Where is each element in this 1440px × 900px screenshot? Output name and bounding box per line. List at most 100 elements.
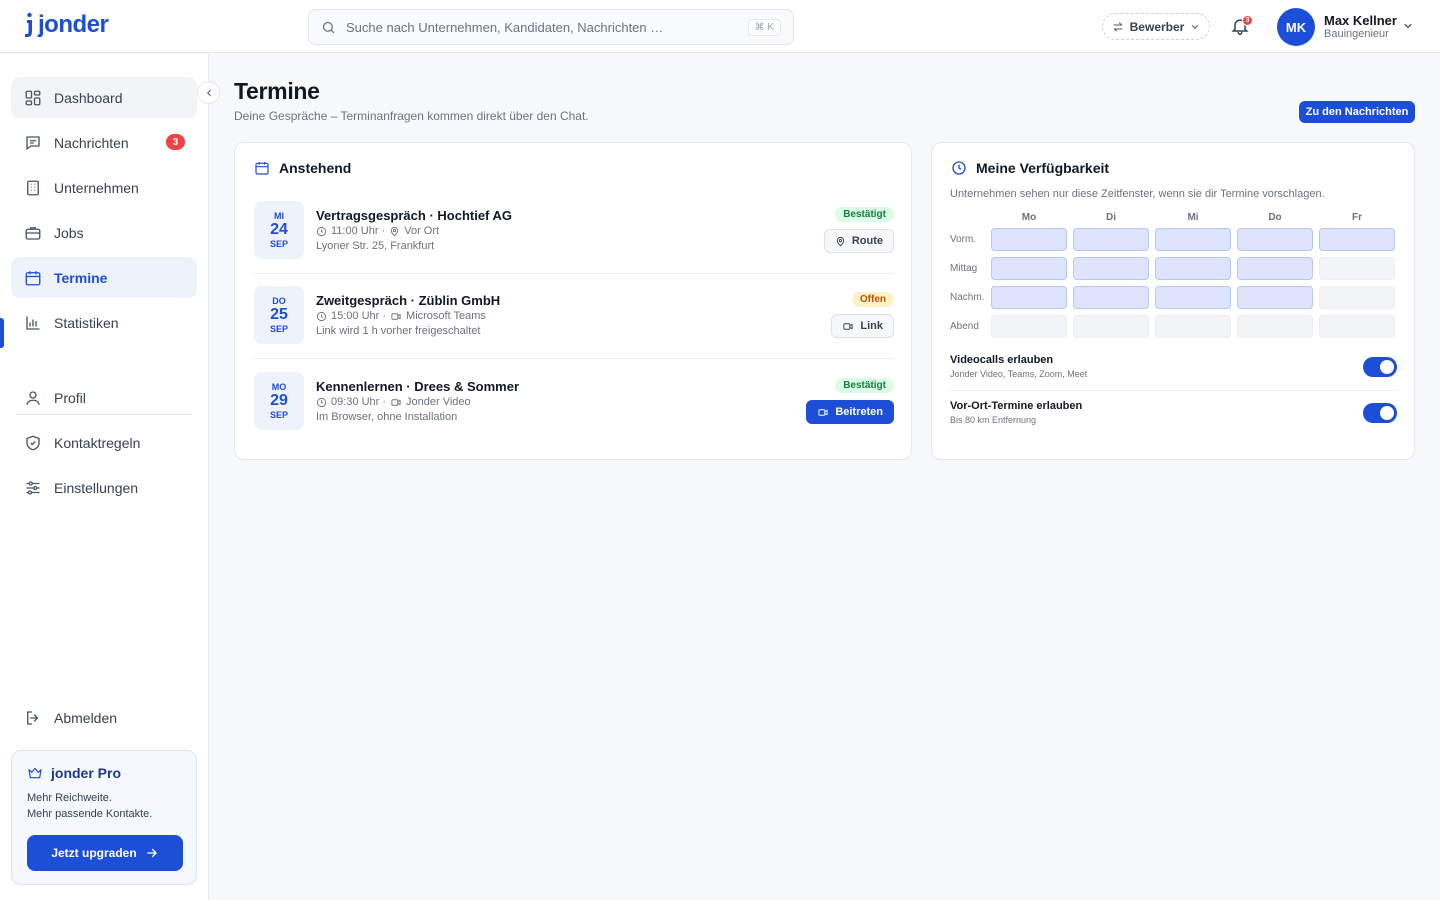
logo[interactable]: jonder: [22, 12, 109, 38]
availability-slot[interactable]: [1237, 257, 1313, 280]
slot-label: Nachm.: [950, 292, 985, 303]
sidebar-item-label: Statistiken: [54, 314, 119, 331]
appointment-time: 15:00 Uhr ·: [331, 310, 387, 322]
link-button-label: Link: [860, 320, 883, 332]
sidebar-item-nachrichten[interactable]: Nachrichten 3: [11, 122, 197, 163]
logout-button[interactable]: Abmelden: [11, 697, 197, 738]
date-day: 24: [270, 221, 288, 238]
day-header: Di: [1106, 212, 1116, 223]
availability-slot[interactable]: [1319, 257, 1395, 280]
appointment-mode: Jonder Video: [406, 396, 471, 408]
appointment-meta: 15:00 Uhr · Microsoft Teams: [316, 310, 486, 322]
availability-slot[interactable]: [991, 228, 1067, 251]
availability-slot[interactable]: [991, 286, 1067, 309]
date-day: 29: [270, 392, 288, 409]
sidebar-item-profil[interactable]: Profil: [11, 377, 197, 418]
appointment-meta: 09:30 Uhr · Jonder Video: [316, 396, 471, 408]
active-indicator: [0, 318, 4, 348]
pro-description: Mehr Reichweite. Mehr passende Kontakte.: [27, 790, 181, 822]
route-button[interactable]: Route: [823, 229, 894, 253]
search-bar[interactable]: Suche nach Unternehmen, Kandidaten, Nach…: [308, 9, 794, 45]
sidebar-collapse-button[interactable]: [197, 81, 220, 104]
availability-slot[interactable]: [1155, 257, 1231, 280]
sidebar-item-kontaktregeln[interactable]: Kontaktregeln: [11, 422, 197, 463]
user-role: Bauingenieur: [1324, 28, 1389, 40]
availability-slot[interactable]: [1319, 228, 1395, 251]
day-header: Mi: [1187, 212, 1199, 223]
pin-icon: [391, 226, 399, 236]
appointment-item[interactable]: DO 25 SEP Zweitgespräch · Züblin GmbH 15…: [254, 286, 894, 346]
day-header: Mo: [1021, 212, 1037, 223]
upcoming-title: Anstehend: [279, 160, 352, 176]
message-icon: [26, 135, 40, 150]
video-icon: [843, 322, 853, 330]
date-badge: DO 25 SEP: [254, 286, 304, 344]
sidebar-item-unternehmen[interactable]: Unternehmen: [11, 167, 197, 208]
sidebar-item-termine[interactable]: Termine: [11, 257, 197, 298]
appointment-item[interactable]: MO 29 SEP Kennenlernen · Drees & Sommer …: [254, 372, 894, 432]
chevron-down-icon: [1192, 24, 1199, 29]
link-button[interactable]: Link: [831, 314, 894, 338]
video-toggle-row: Videocalls erlauben Jonder Video, Teams,…: [950, 354, 1397, 394]
divider: [950, 390, 1397, 391]
user-name[interactable]: Max Kellner: [1324, 13, 1397, 28]
toggle-title: Videocalls erlauben: [950, 354, 1054, 366]
logo-mark-icon: [25, 12, 32, 37]
appointment-item[interactable]: MI 24 SEP Vertragsgespräch · Hochtief AG…: [254, 201, 894, 261]
search-input[interactable]: Suche nach Unternehmen, Kandidaten, Nach…: [346, 20, 748, 35]
availability-slot[interactable]: [1237, 228, 1313, 251]
sidebar-item-einstellungen[interactable]: Einstellungen: [11, 467, 197, 508]
role-switch-button[interactable]: Bewerber: [1102, 13, 1210, 40]
shield-icon: [26, 435, 40, 450]
sidebar-item-label: Jobs: [54, 224, 84, 241]
user-menu-chevron[interactable]: [1402, 20, 1414, 32]
join-button[interactable]: Beitreten: [806, 400, 894, 424]
top-bar: jonder Suche nach Unternehmen, Kandidate…: [0, 0, 1440, 53]
slot-label: Mittag: [950, 263, 978, 274]
swap-icon: [1112, 22, 1123, 31]
chevron-down-icon: [1404, 23, 1412, 29]
availability-slot[interactable]: [1237, 286, 1313, 309]
sidebar-item-jobs[interactable]: Jobs: [11, 212, 197, 253]
clock-icon: [316, 311, 327, 321]
video-icon: [391, 398, 401, 406]
sidebar-item-statistiken[interactable]: Statistiken: [11, 302, 197, 343]
pro-line-1: Mehr Reichweite.: [27, 792, 112, 804]
availability-slot[interactable]: [1073, 257, 1149, 280]
sidebar-item-label: Profil: [54, 389, 86, 406]
video-calls-toggle[interactable]: [1363, 357, 1397, 377]
upcoming-card: Anstehend MI 24 SEP Vertragsgespräch · H…: [234, 142, 912, 460]
availability-slot[interactable]: [1155, 315, 1231, 338]
availability-slot[interactable]: [1073, 228, 1149, 251]
onsite-toggle[interactable]: [1363, 403, 1397, 423]
availability-slot[interactable]: [1073, 286, 1149, 309]
availability-slot[interactable]: [1237, 315, 1313, 338]
pro-title-text: jonder Pro: [51, 765, 122, 781]
availability-slot[interactable]: [991, 257, 1067, 280]
messages-button[interactable]: Zu den Nachrichten: [1299, 101, 1415, 123]
pin-icon: [836, 236, 844, 246]
availability-slot[interactable]: [1319, 315, 1395, 338]
availability-slot[interactable]: [991, 315, 1067, 338]
status-badge: Offen: [851, 292, 894, 307]
sidebar-item-label: Nachrichten: [54, 134, 129, 151]
pro-upgrade-card: jonder Pro Mehr Reichweite. Mehr passend…: [11, 750, 197, 885]
availability-slot[interactable]: [1073, 315, 1149, 338]
route-button-label: Route: [851, 235, 883, 247]
availability-slot[interactable]: [1155, 228, 1231, 251]
briefcase-icon: [25, 226, 41, 240]
avatar[interactable]: MK: [1277, 8, 1315, 46]
date-weekday: DO: [272, 296, 286, 306]
date-month: SEP: [269, 324, 288, 334]
availability-header: Meine Verfügbarkeit: [951, 160, 1109, 176]
sidebar-item-dashboard[interactable]: Dashboard: [11, 77, 197, 118]
calendar-icon: [25, 270, 41, 285]
upgrade-button[interactable]: Jetzt upgraden: [27, 835, 183, 871]
video-icon: [391, 312, 401, 320]
sidebar-item-label: Unternehmen: [54, 179, 139, 196]
toggle-knob: [1380, 360, 1394, 374]
search-icon: [322, 21, 335, 33]
availability-slot[interactable]: [1319, 286, 1395, 309]
role-label: Bewerber: [1129, 19, 1185, 34]
availability-slot[interactable]: [1155, 286, 1231, 309]
